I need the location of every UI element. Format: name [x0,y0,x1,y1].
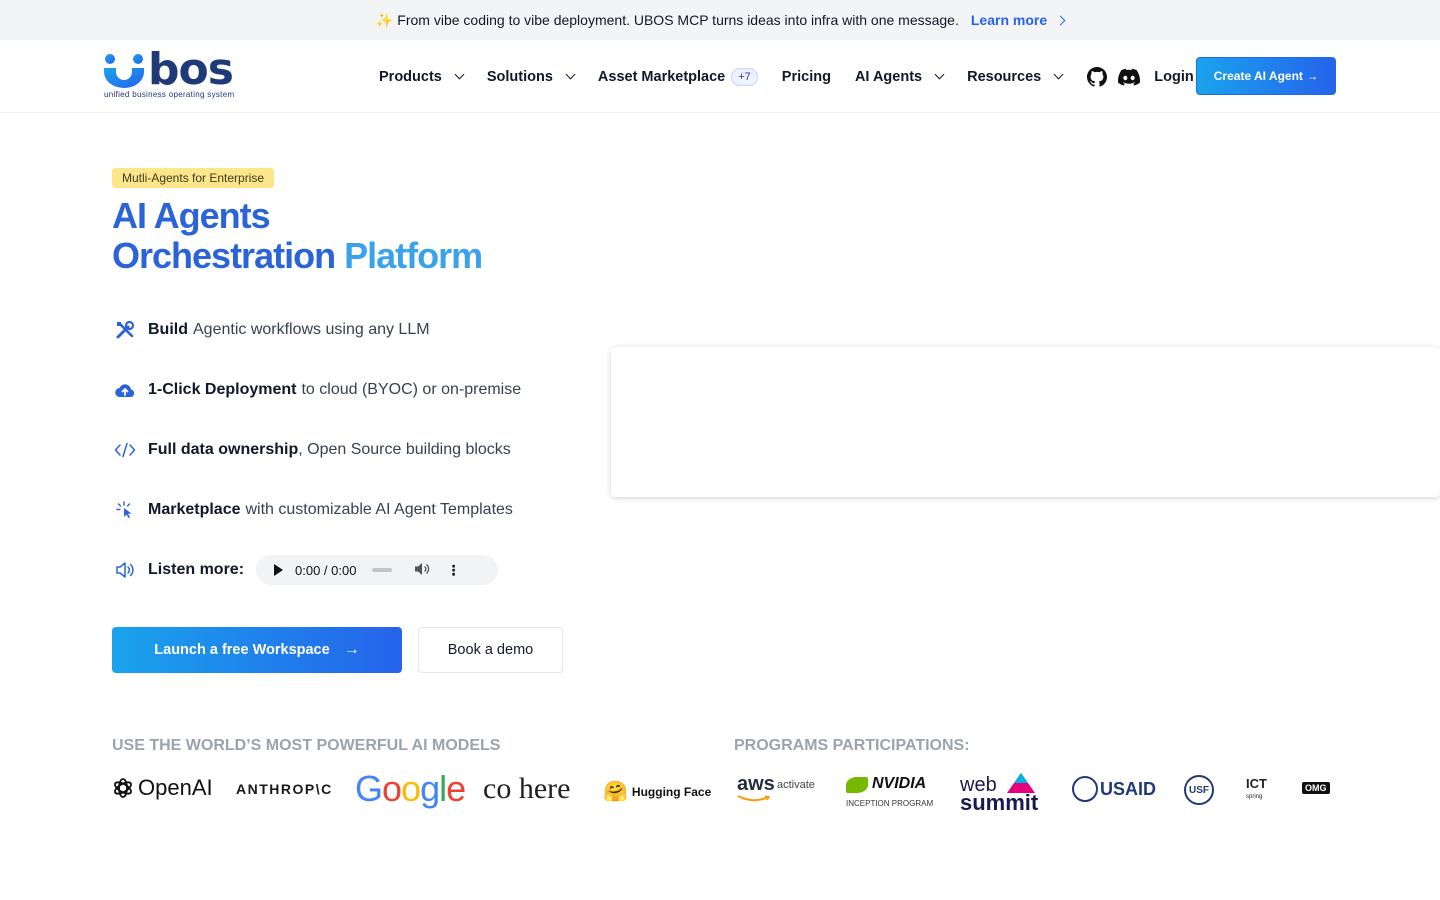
feature-marketplace-text: with customizable AI Agent Templates [245,501,513,518]
inception-program-label: INCEPTION PROGRAM [846,799,934,808]
hero-title-line2b: Platform [344,235,483,276]
usaid-wordmark: USAID [1100,778,1157,799]
ubos-logo[interactable]: bos unified business operating system [104,48,254,102]
hero-title-line1: AI Agents [112,195,271,236]
hugging-face-emoji-icon: 🤗 [603,781,628,803]
feature-build-text: Agentic workflows using any LLM [193,321,430,338]
feature-build-bold: Build [148,321,188,338]
learn-more-link[interactable]: Learn more [970,12,1066,28]
chevron-down-icon [454,69,465,80]
nav-asset-marketplace[interactable]: Asset Marketplace +7 [597,67,758,86]
logo-wordmark: bos [148,44,234,95]
summit-wordmark: summit [960,790,1039,815]
nav-ai-agents[interactable]: AI Agents [854,68,945,85]
omg-logo: OMG [1302,782,1330,794]
marketplace-count-badge: +7 [731,67,758,86]
cohere-logo: co here [483,772,571,805]
learn-more-label: Learn more [970,12,1048,28]
enterprise-pill: Mutli-Agents for Enterprise [112,168,275,188]
openai-wordmark: OpenAI [138,775,213,800]
nav-solutions[interactable]: Solutions [486,68,576,85]
listen-more-row: Listen more: 0:00 / 0:00 ⋮ [114,555,499,585]
cloud-upload-icon [114,379,136,401]
feature-deployment: 1-Click Deployment to cloud (BYOC) or on… [114,377,521,403]
openai-icon [114,778,132,798]
listen-more-label: Listen more: [148,561,245,578]
site-header: bos unified business operating system Pr… [0,40,1440,113]
audio-player: 0:00 / 0:00 ⋮ [256,555,499,585]
models-section-title: USE THE WORLD’S MOST POWERFUL AI MODELS [112,737,501,754]
main-nav: Products Solutions Asset Marketplace +7 … [379,40,1202,113]
usaid-seal-icon [1072,776,1098,802]
openai-logo: OpenAI [112,775,213,801]
programs-section-title: PROGRAMS PARTICIPATIONS: [734,737,970,754]
nav-pricing[interactable]: Pricing [782,69,831,85]
usaid-logo: USAID [1072,776,1156,802]
activate-wordmark: activate [777,779,815,791]
feature-marketplace: Marketplace with customizable AI Agent T… [114,497,513,523]
feature-data-ownership-bold: Full data ownership [148,441,299,458]
chevron-down-icon [565,69,576,80]
speaker-icon [114,559,136,581]
discord-icon[interactable] [1118,66,1141,88]
play-icon[interactable] [274,564,284,576]
launch-workspace-button[interactable]: Launch a free Workspace → [112,627,402,673]
feature-marketplace-bold: Marketplace [148,501,241,518]
tools-icon [114,319,136,341]
hero-title-line2a: Orchestration [112,235,345,276]
hugging-face-wordmark: Hugging Face [631,784,712,799]
feature-deployment-bold: 1-Click Deployment [148,381,297,398]
more-options-icon[interactable]: ⋮ [446,563,460,577]
nav-solutions-label: Solutions [486,68,553,85]
login-link[interactable]: Login [1154,69,1193,85]
nav-products-label: Products [379,68,442,85]
aws-smile-icon [737,795,771,802]
nav-ai-agents-label: AI Agents [854,68,923,85]
audio-progress-slider[interactable] [372,568,393,572]
anthropic-logo: ANTHROP\C [236,781,333,797]
ict-wordmark: ICT [1246,776,1267,791]
code-icon [114,439,136,461]
web-summit-logo: web summit [960,772,1050,815]
omg-wordmark: OMG [1302,782,1330,794]
launch-workspace-label: Launch a free Workspace [154,642,330,658]
hero-title: AI Agents Orchestration Platform [112,195,483,276]
nav-products[interactable]: Products [379,68,465,85]
announcement-text: From vibe coding to vibe deployment. UBO… [397,12,959,28]
spring-label: spring [1246,794,1263,800]
demo-video-card[interactable] [611,347,1440,497]
aws-activate-logo: aws activate [737,773,815,805]
ict-spring-logo: ICT spring [1244,776,1272,806]
feature-build: Build Agentic workflows using any LLM [114,317,430,343]
book-demo-button[interactable]: Book a demo [418,627,563,673]
sparkle-icon: ✨ [375,11,394,28]
feature-data-ownership: Full data ownership , Open Source buildi… [114,437,511,463]
hugging-face-logo: 🤗 Hugging Face [603,779,711,804]
announcement-bar: ✨ From vibe coding to vibe deployment. U… [0,0,1440,40]
nav-resources-label: Resources [967,68,1042,85]
nvidia-eye-icon [846,777,868,793]
ubos-logo-mark-icon [104,54,144,88]
nav-asset-marketplace-label: Asset Marketplace [597,68,726,85]
feature-deployment-text: to cloud (BYOC) or on-premise [301,381,522,398]
chevron-down-icon [934,69,945,80]
nvidia-inception-logo: NVIDIA INCEPTION PROGRAM [846,775,936,809]
usf-wordmark: USF [1184,775,1214,805]
logo-tagline: unified business operating system [104,90,235,99]
chevron-right-icon [1055,15,1066,25]
nvidia-wordmark: NVIDIA [872,775,927,792]
feature-data-ownership-text: , Open Source building blocks [298,441,511,458]
create-ai-agent-button[interactable]: Create AI Agent → [1196,57,1336,95]
google-logo: Google [355,768,466,809]
chevron-down-icon [1053,69,1064,80]
volume-icon[interactable] [414,562,430,579]
arrow-right-icon: → [343,641,360,658]
usf-logo: USF [1184,775,1214,805]
github-icon[interactable] [1086,66,1108,88]
nav-pricing-label: Pricing [781,68,831,85]
nav-resources[interactable]: Resources [967,68,1064,85]
cursor-click-icon [114,499,136,521]
aws-wordmark: aws [737,773,775,795]
audio-time: 0:00 / 0:00 [295,562,357,578]
